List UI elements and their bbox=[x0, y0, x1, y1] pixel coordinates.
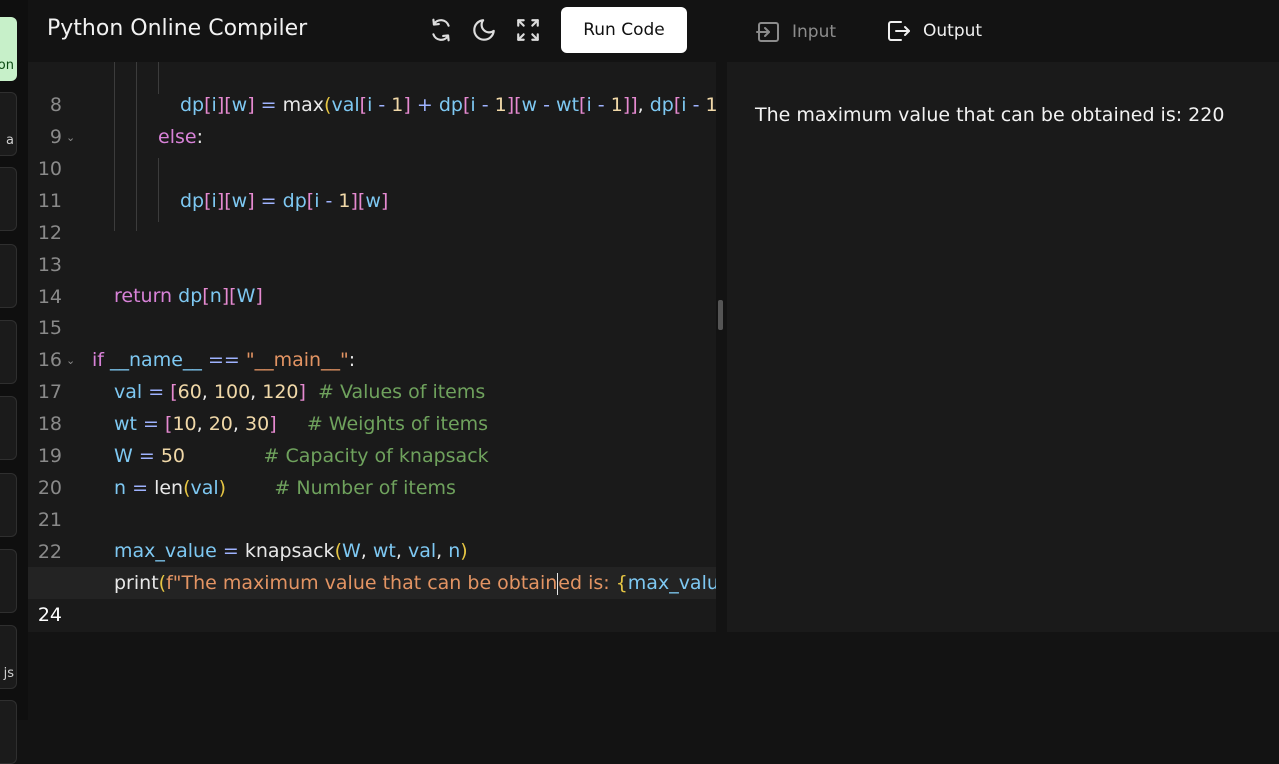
code-line: 18 val = [60, 100, 120] # Values of item… bbox=[28, 376, 716, 435]
reset-icon[interactable] bbox=[428, 17, 454, 43]
code-text: return dp[n][W] bbox=[114, 285, 263, 307]
code-text: val = [60, 100, 120] # Values of items bbox=[114, 381, 486, 403]
tab-input[interactable]: Input bbox=[756, 0, 836, 64]
tab-output-label: Output bbox=[923, 21, 983, 41]
code-line: 9 dp[i][w] = max(val[i - 1] + dp[i - 1][… bbox=[28, 89, 716, 148]
output-text: The maximum value that can be obtained i… bbox=[755, 104, 1225, 126]
code-text: wt = [10, 20, 30] # Weights of items bbox=[114, 413, 489, 435]
code-line: 22 bbox=[28, 504, 716, 563]
run-code-button[interactable]: Run Code bbox=[561, 7, 687, 53]
code-line: 16 bbox=[28, 312, 716, 371]
tab-input-label: Input bbox=[792, 22, 837, 42]
rail-tab-js[interactable]: js bbox=[0, 625, 17, 689]
page-title: Python Online Compiler bbox=[47, 16, 308, 41]
tab-output[interactable]: Output bbox=[884, 0, 986, 65]
rail-tab[interactable] bbox=[0, 320, 17, 384]
code-editor[interactable]: 8 9 dp[i][w] = max(val[i - 1] + dp[i - 1… bbox=[28, 62, 716, 632]
header: Python Online Compiler Run Code Input Ou… bbox=[28, 0, 1279, 65]
rail-tab[interactable]: a bbox=[0, 92, 17, 156]
code-text: n = len(val) # Number of items bbox=[114, 477, 456, 499]
code-text: dp[i][w] = max(val[i - 1] + dp[i - 1][w … bbox=[180, 94, 716, 116]
code-line: 23 max_value = knapsack(W, wt, val, n) bbox=[28, 535, 716, 594]
line-number: 24 bbox=[37, 604, 62, 626]
code-line: 15 return dp[n][W] bbox=[28, 280, 716, 339]
rail-tab[interactable] bbox=[0, 473, 17, 537]
code-text: print(f"The maximum value that can be ob… bbox=[114, 572, 716, 595]
output-panel: The maximum value that can be obtained i… bbox=[727, 62, 1279, 632]
fold-arrow-icon[interactable]: ⌄ bbox=[66, 345, 75, 377]
rail-tab[interactable] bbox=[0, 396, 17, 460]
code-line: 21 n = len(val) # Number of items bbox=[28, 472, 716, 531]
fold-arrow-icon[interactable]: ⌄ bbox=[66, 122, 75, 154]
rail-tab[interactable] bbox=[0, 549, 17, 613]
bottom-area bbox=[28, 632, 1279, 720]
fullscreen-icon[interactable] bbox=[515, 17, 541, 43]
code-line: 8 bbox=[28, 62, 716, 116]
code-line: 20 W = 50 # Capacity of knapsack bbox=[28, 440, 716, 499]
file-rail: on a js bbox=[0, 0, 28, 764]
rail-tab[interactable] bbox=[0, 244, 17, 308]
rail-tab-python[interactable]: on bbox=[0, 17, 17, 81]
input-icon bbox=[756, 22, 779, 42]
code-line: 11 bbox=[28, 153, 716, 212]
dark-mode-icon[interactable] bbox=[471, 17, 497, 43]
pane-splitter[interactable] bbox=[718, 300, 723, 330]
code-line: 10 ⌄ else: bbox=[28, 121, 716, 180]
code-line-current: 24 print(f"The maximum value that can be… bbox=[28, 567, 716, 626]
rail-tab[interactable] bbox=[0, 167, 17, 231]
code-text: else: bbox=[158, 126, 203, 148]
code-line: 12 dp[i][w] = dp[i - 1][w] bbox=[28, 185, 716, 244]
code-line: 14 bbox=[28, 249, 716, 308]
rail-tab[interactable] bbox=[0, 700, 17, 764]
code-text: dp[i][w] = dp[i - 1][w] bbox=[180, 190, 389, 212]
code-line: 13 bbox=[28, 217, 716, 276]
output-icon bbox=[888, 21, 910, 41]
code-text: max_value = knapsack(W, wt, val, n) bbox=[114, 540, 468, 562]
rail-tab-label: a bbox=[6, 133, 14, 148]
code-text: W = 50 # Capacity of knapsack bbox=[114, 445, 489, 467]
code-line: 17 ⌄ if __name__ == "__main__": bbox=[28, 344, 716, 403]
code-line: 19 wt = [10, 20, 30] # Weights of items bbox=[28, 408, 716, 467]
code-text: if __name__ == "__main__": bbox=[92, 349, 356, 371]
